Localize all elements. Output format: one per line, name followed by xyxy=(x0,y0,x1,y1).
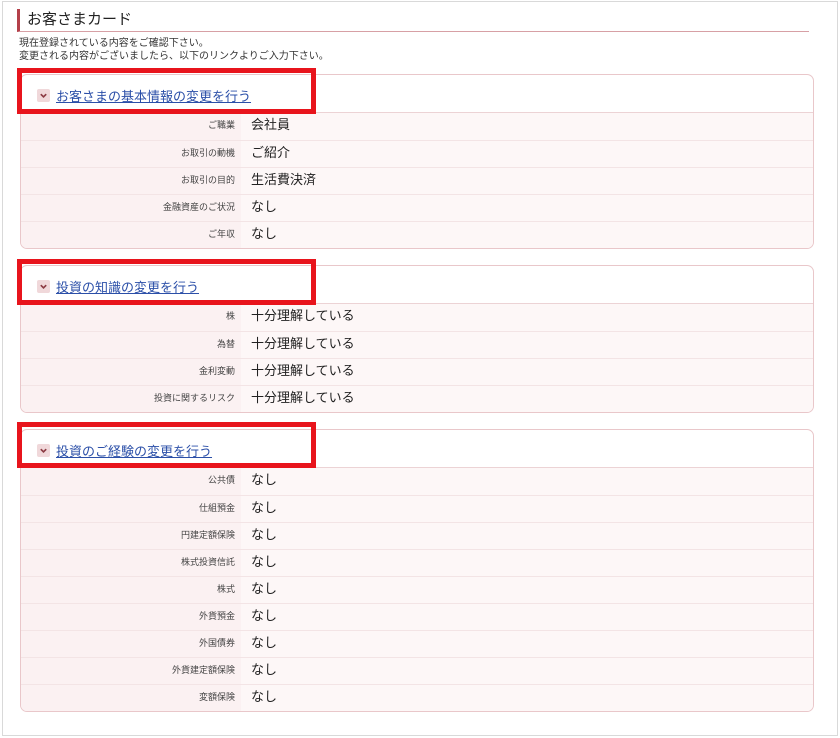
row-value: 十分理解している xyxy=(241,304,813,331)
row-label: 外国債券 xyxy=(21,631,241,657)
section-heading-text: お客さまの基本情報の変更を行う xyxy=(56,90,252,105)
table-row: 外貨建定額保険 なし xyxy=(21,657,813,684)
row-label: 変額保険 xyxy=(21,685,241,711)
change-basic-info-link[interactable]: お客さまの基本情報の変更を行う xyxy=(37,86,251,105)
section-header: お客さまの基本情報の変更を行う xyxy=(21,75,813,113)
row-value: なし xyxy=(241,550,813,576)
row-value: なし xyxy=(241,658,813,684)
section-header: 投資の知識の変更を行う xyxy=(21,266,813,304)
row-label: 外貨建定額保険 xyxy=(21,658,241,684)
row-label: お取引の目的 xyxy=(21,168,241,194)
row-label: 株式投資信託 xyxy=(21,550,241,576)
row-value: 十分理解している xyxy=(241,359,813,385)
section-heading-text: 投資のご経験の変更を行う xyxy=(56,445,213,460)
intro-text-line-1: 現在登録されている内容をご確認下さい。 xyxy=(19,38,209,49)
row-label: 株 xyxy=(21,304,241,331)
table-row: お取引の動機 ご紹介 xyxy=(21,140,813,167)
table-row: ご職業 会社員 xyxy=(21,113,813,140)
table-row: ご年収 なし xyxy=(21,221,813,248)
change-investment-experience-link[interactable]: 投資のご経験の変更を行う xyxy=(37,441,212,460)
row-value: 生活費決済 xyxy=(241,168,813,194)
row-label: 仕組預金 xyxy=(21,496,241,522)
row-value: なし xyxy=(241,604,813,630)
table-row: 金利変動 十分理解している xyxy=(21,358,813,385)
row-value: なし xyxy=(241,496,813,522)
change-investment-knowledge-link[interactable]: 投資の知識の変更を行う xyxy=(37,277,199,296)
row-label: 金利変動 xyxy=(21,359,241,385)
table-row: 外貨預金 なし xyxy=(21,603,813,630)
section-card-investment-experience: 投資のご経験の変更を行う 公共債 なし 仕組預金 なし 円建定額保険 なし 株式投資信… xyxy=(20,429,814,712)
row-label: 外貨預金 xyxy=(21,604,241,630)
table-row: 株式 なし xyxy=(21,576,813,603)
table-row: 変額保険 なし xyxy=(21,684,813,711)
chevron-down-icon xyxy=(37,89,50,102)
row-label: 円建定額保険 xyxy=(21,523,241,549)
table-row: 投資に関するリスク 十分理解している xyxy=(21,385,813,412)
row-value: なし xyxy=(241,222,813,248)
table-row: 外国債券 なし xyxy=(21,630,813,657)
section-card-investment-knowledge: 投資の知識の変更を行う 株十分理解している 為替 十分理解している 金利変動 十分理… xyxy=(20,265,814,413)
row-label: お取引の動機 xyxy=(21,141,241,167)
row-label: 株式 xyxy=(21,577,241,603)
page-title: お客さまカード xyxy=(17,9,809,32)
row-value: なし xyxy=(241,468,813,495)
chevron-down-icon xyxy=(37,444,50,457)
row-label: ご職業 xyxy=(21,113,241,140)
chevron-down-icon xyxy=(37,280,50,293)
row-label: 為替 xyxy=(21,332,241,358)
section-heading-text: 投資の知識の変更を行う xyxy=(56,281,200,296)
row-value: なし xyxy=(241,577,813,603)
section-card-basic-info: お客さまの基本情報の変更を行う ご職業 会社員 お取引の動機 ご紹介 お取引の目的生… xyxy=(20,74,814,249)
row-value: なし xyxy=(241,523,813,549)
table-row: 円建定額保険 なし xyxy=(21,522,813,549)
row-label: 投資に関するリスク xyxy=(21,386,241,412)
table-row: 金融資産のご状況 なし xyxy=(21,194,813,221)
info-table: 公共債 なし 仕組預金 なし 円建定額保険 なし 株式投資信託 なし 株式 なし 外貨預金… xyxy=(21,468,813,711)
row-label: 金融資産のご状況 xyxy=(21,195,241,221)
row-label: ご年収 xyxy=(21,222,241,248)
table-row: 公共債 なし xyxy=(21,468,813,495)
section-header: 投資のご経験の変更を行う xyxy=(21,430,813,468)
table-row: 為替 十分理解している xyxy=(21,331,813,358)
row-value: なし xyxy=(241,195,813,221)
intro-text-line-2: 変更される内容がございましたら、以下のリンクよりご入力下さい。 xyxy=(19,51,329,62)
row-value: 十分理解している xyxy=(241,386,813,412)
info-table: ご職業 会社員 お取引の動機 ご紹介 お取引の目的 生活費決済 金融資産のご状況 なし … xyxy=(21,113,813,248)
info-table: 株十分理解している 為替 十分理解している 金利変動 十分理解している 投資に関する… xyxy=(21,304,813,412)
row-value: 十分理解している xyxy=(241,332,813,358)
table-row: 株式投資信託 なし xyxy=(21,549,813,576)
row-value: なし xyxy=(241,685,813,711)
table-row: お取引の目的 生活費決済 xyxy=(21,167,813,194)
row-value: 会社員 xyxy=(241,113,813,140)
table-row: 株十分理解している xyxy=(21,304,813,331)
row-value: なし xyxy=(241,631,813,657)
row-value: ご紹介 xyxy=(241,141,813,167)
row-label: 公共債 xyxy=(21,468,241,495)
table-row: 仕組預金 なし xyxy=(21,495,813,522)
